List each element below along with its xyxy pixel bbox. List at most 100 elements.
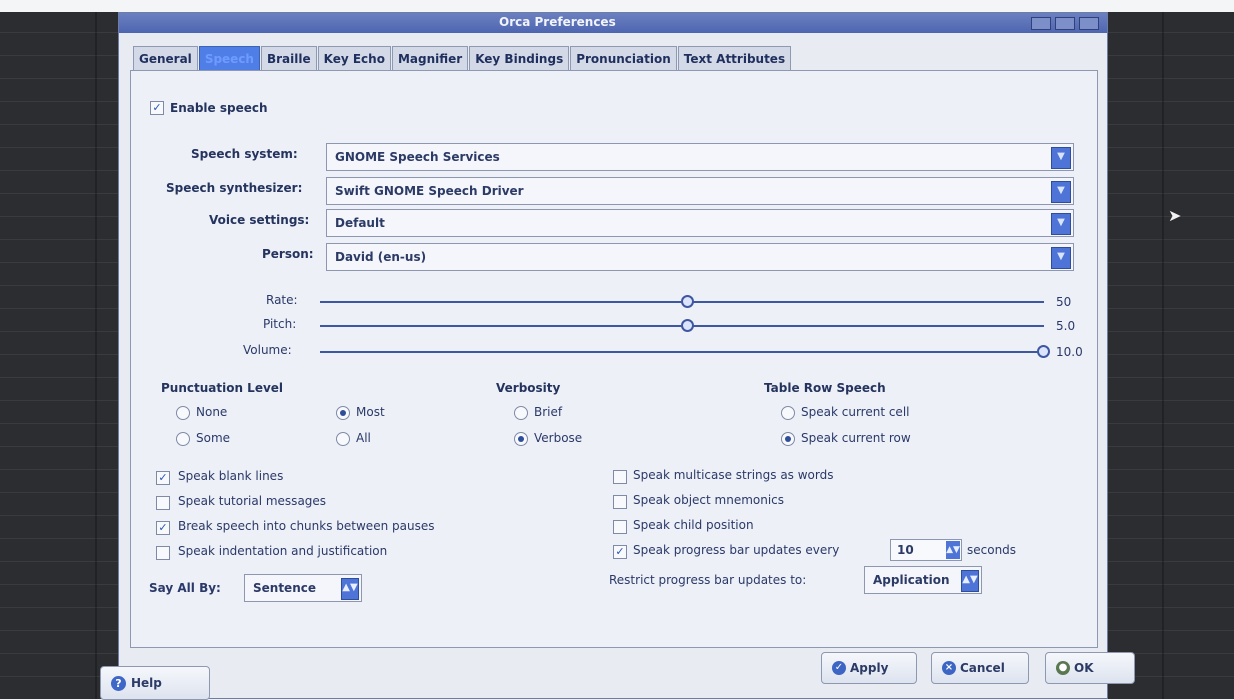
verbosity-verbose-label: Verbose (534, 431, 583, 445)
punctuation-all-radio[interactable] (336, 432, 350, 446)
tab-key-echo[interactable]: Key Echo (317, 46, 391, 70)
tab-magnifier[interactable]: Magnifier (391, 46, 469, 70)
tab-text-attributes[interactable]: Text Attributes (677, 46, 792, 70)
chevron-updown-icon: ▲▼ (341, 578, 359, 600)
volume-slider-handle[interactable] (1037, 345, 1050, 358)
speak-blank-lines-label: Speak blank lines (178, 469, 284, 483)
verbosity-title: Verbosity (496, 381, 561, 395)
voice-settings-value: Default (335, 216, 385, 230)
speak-child-position-checkbox[interactable] (613, 520, 627, 534)
speech-system-select[interactable]: GNOME Speech Services ▼ (326, 143, 1074, 171)
punctuation-some-label: Some (196, 431, 231, 445)
ok-icon: ● (1056, 661, 1070, 675)
speech-synthesizer-label: Speech synthesizer: (166, 181, 303, 195)
cancel-label: Cancel (960, 661, 1005, 675)
enable-speech-checkbox[interactable] (150, 101, 164, 115)
speak-child-position-label: Speak child position (633, 518, 754, 532)
speak-progress-updates-checkbox[interactable] (613, 545, 627, 559)
punctuation-none-radio[interactable] (176, 406, 190, 420)
progress-interval-value: 10 (897, 543, 914, 557)
title-bar: Orca Preferences (119, 13, 1107, 33)
tab-key-bindings[interactable]: Key Bindings (469, 46, 570, 70)
break-speech-checkbox[interactable] (156, 521, 170, 535)
window-controls (1031, 17, 1099, 30)
ok-button[interactable]: ● OK (1045, 652, 1135, 684)
tab-pronunciation[interactable]: Pronunciation (570, 46, 677, 70)
speak-multicase-checkbox[interactable] (613, 470, 627, 484)
speak-multicase-label: Speak multicase strings as words (633, 468, 834, 482)
speech-synthesizer-select[interactable]: Swift GNOME Speech Driver ▼ (326, 177, 1074, 205)
preferences-tabs: General Speech Braille Key Echo Magnifie… (133, 46, 792, 72)
speech-synthesizer-value: Swift GNOME Speech Driver (335, 184, 524, 198)
say-all-by-select[interactable]: Sentence ▲▼ (244, 574, 362, 602)
pitch-value: 5.0 (1056, 319, 1076, 333)
help-label: Help (131, 676, 162, 690)
verbosity-brief-radio[interactable] (514, 406, 528, 420)
break-speech-label: Break speech into chunks between pauses (178, 519, 435, 533)
punctuation-all-label: All (356, 431, 371, 445)
help-button[interactable]: ? Help (100, 666, 210, 700)
volume-slider[interactable] (320, 351, 1044, 353)
restrict-progress-value: Application (873, 573, 950, 587)
window-title: Orca Preferences (499, 15, 616, 29)
speak-current-cell-label: Speak current cell (801, 405, 910, 419)
chevron-down-icon: ▼ (1051, 247, 1071, 269)
chevron-updown-icon: ▲▼ (961, 570, 979, 592)
apply-button[interactable]: ✓ Apply (821, 652, 917, 684)
say-all-by-label: Say All By: (149, 581, 221, 595)
voice-settings-label: Voice settings: (209, 213, 310, 227)
punctuation-most-label: Most (356, 405, 385, 419)
person-select[interactable]: David (en-us) ▼ (326, 243, 1074, 271)
speak-current-row-radio[interactable] (781, 432, 795, 446)
speech-system-label: Speech system: (191, 147, 298, 161)
maximize-button[interactable] (1055, 17, 1075, 30)
speech-system-value: GNOME Speech Services (335, 150, 500, 164)
tab-braille[interactable]: Braille (260, 46, 317, 70)
apply-icon: ✓ (832, 661, 846, 675)
restrict-progress-select[interactable]: Application ▲▼ (864, 566, 982, 594)
speak-object-mnemonics-label: Speak object mnemonics (633, 493, 785, 507)
cancel-button[interactable]: × Cancel (931, 652, 1029, 684)
punctuation-some-radio[interactable] (176, 432, 190, 446)
tab-general[interactable]: General (133, 46, 198, 70)
tab-speech[interactable]: Speech (198, 46, 260, 70)
speech-panel: Enable speech Speech system: GNOME Speec… (130, 70, 1098, 648)
minimize-button[interactable] (1031, 17, 1051, 30)
enable-speech-label: Enable speech (170, 101, 268, 115)
photo-top-margin (0, 0, 1234, 12)
person-label: Person: (262, 247, 314, 261)
apply-label: Apply (850, 661, 889, 675)
rate-value: 50 (1056, 295, 1072, 309)
restrict-progress-label: Restrict progress bar updates to: (609, 573, 807, 587)
progress-interval-spinbox[interactable]: 10 ▲▼ (890, 539, 962, 561)
speak-indentation-label: Speak indentation and justification (178, 544, 388, 558)
speak-progress-updates-label: Speak progress bar updates every (633, 543, 840, 557)
say-all-by-value: Sentence (253, 581, 316, 595)
chevron-down-icon: ▼ (1051, 147, 1071, 169)
pitch-slider-handle[interactable] (681, 319, 694, 332)
speak-indentation-checkbox[interactable] (156, 546, 170, 560)
speak-tutorial-messages-label: Speak tutorial messages (178, 494, 327, 508)
chevron-down-icon: ▼ (1051, 181, 1071, 203)
punctuation-most-radio[interactable] (336, 406, 350, 420)
help-icon: ? (111, 676, 126, 691)
speak-blank-lines-checkbox[interactable] (156, 471, 170, 485)
speak-tutorial-messages-checkbox[interactable] (156, 496, 170, 510)
speak-current-cell-radio[interactable] (781, 406, 795, 420)
rate-label: Rate: (266, 293, 298, 307)
verbosity-verbose-radio[interactable] (514, 432, 528, 446)
close-button[interactable] (1079, 17, 1099, 30)
volume-label: Volume: (243, 343, 292, 357)
ok-label: OK (1074, 661, 1094, 675)
cancel-icon: × (942, 661, 956, 675)
orca-preferences-window: Orca Preferences General Speech Braille … (118, 12, 1135, 699)
punctuation-none-label: None (196, 405, 228, 419)
voice-settings-select[interactable]: Default ▼ (326, 209, 1074, 237)
table-row-speech-title: Table Row Speech (764, 381, 886, 395)
chevron-down-icon: ▼ (1051, 213, 1071, 235)
rate-slider-handle[interactable] (681, 295, 694, 308)
person-value: David (en-us) (335, 250, 427, 264)
verbosity-brief-label: Brief (534, 405, 563, 419)
volume-value: 10.0 (1056, 345, 1083, 359)
speak-object-mnemonics-checkbox[interactable] (613, 495, 627, 509)
